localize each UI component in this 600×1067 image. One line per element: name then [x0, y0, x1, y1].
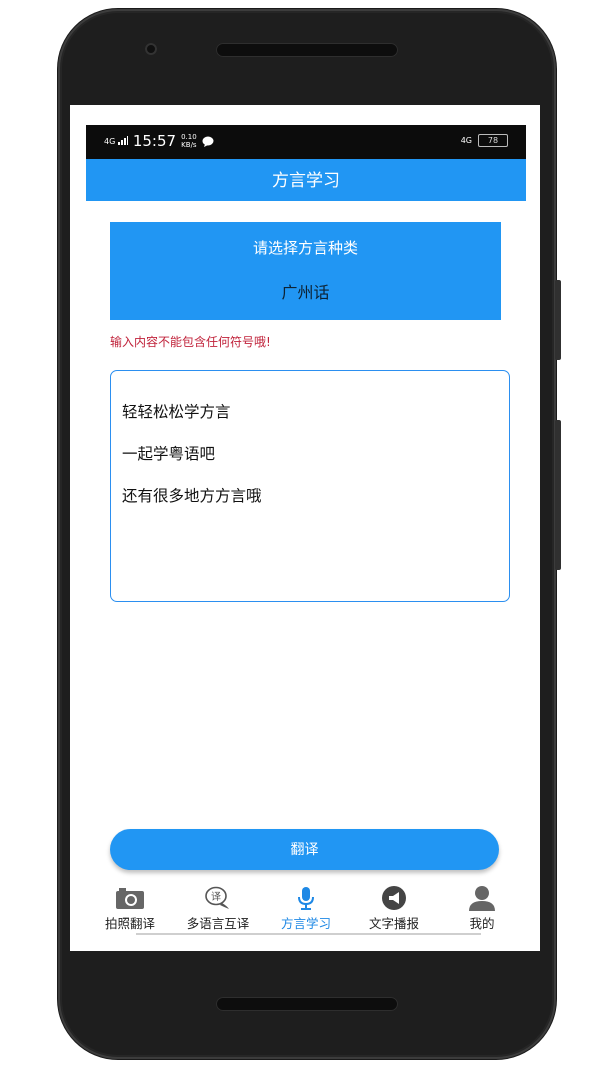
app-screen: 4G 15:57 0.10 KB/s 4G 78 方言学习 请选择方言种类 广州…: [70, 105, 540, 951]
signal-right-indicator: 4G: [460, 136, 472, 145]
input-line: 轻轻松松学方言: [122, 403, 231, 421]
tab-label: 文字播报: [368, 916, 419, 931]
tab-dialect-learning[interactable]: 方言学习: [262, 877, 350, 937]
input-line: 还有很多地方方言哦: [122, 487, 262, 505]
tab-label: 多语言互译: [186, 916, 250, 931]
user-icon: [469, 886, 495, 911]
camera-icon: [116, 888, 144, 909]
net-speed: 0.10 KB/s: [181, 133, 197, 149]
translate-button[interactable]: 翻译: [110, 829, 499, 870]
tab-photo-translate[interactable]: 拍照翻译: [86, 877, 174, 937]
dialect-selected-value[interactable]: 广州话: [110, 279, 501, 303]
tab-divider: [136, 933, 481, 935]
battery-icon: 78: [478, 134, 508, 147]
page-title: 方言学习: [86, 159, 526, 201]
bottom-nav: 拍照翻译 译 多语言互译 方言学习 文字播报 我的: [86, 877, 526, 939]
dialect-text-input[interactable]: 轻轻松松学方言 一起学粤语吧 还有很多地方方言哦: [110, 370, 510, 602]
microphone-icon: [298, 887, 314, 910]
translate-bubble-icon: 译: [205, 886, 229, 909]
volume-button: [555, 420, 561, 570]
input-warning-text: 输入内容不能包含任何符号哦!: [110, 335, 271, 349]
dialect-selector[interactable]: 请选择方言种类 广州话: [110, 222, 501, 320]
bottom-speaker: [216, 997, 398, 1011]
megaphone-icon: [382, 886, 406, 910]
signal-bars-icon: [117, 136, 129, 145]
tab-text-broadcast[interactable]: 文字播报: [350, 877, 438, 937]
dialect-selector-title: 请选择方言种类: [252, 239, 358, 257]
tab-label: 我的: [469, 916, 495, 931]
input-line: 一起学粤语吧: [122, 445, 216, 463]
tab-label: 方言学习: [280, 916, 331, 931]
tab-label: 拍照翻译: [104, 916, 155, 931]
tab-profile[interactable]: 我的: [438, 877, 526, 937]
chat-bubble-icon: [202, 136, 214, 147]
signal-left-indicator: 4G: [104, 136, 129, 146]
svg-text:译: 译: [211, 891, 221, 903]
status-time: 15:57: [132, 132, 177, 150]
earpiece-speaker: [216, 43, 398, 57]
status-bar: 4G 15:57 0.10 KB/s 4G 78: [86, 125, 526, 159]
front-camera-icon: [145, 43, 157, 55]
tab-multi-language[interactable]: 译 多语言互译: [174, 877, 262, 937]
power-button: [555, 280, 561, 360]
